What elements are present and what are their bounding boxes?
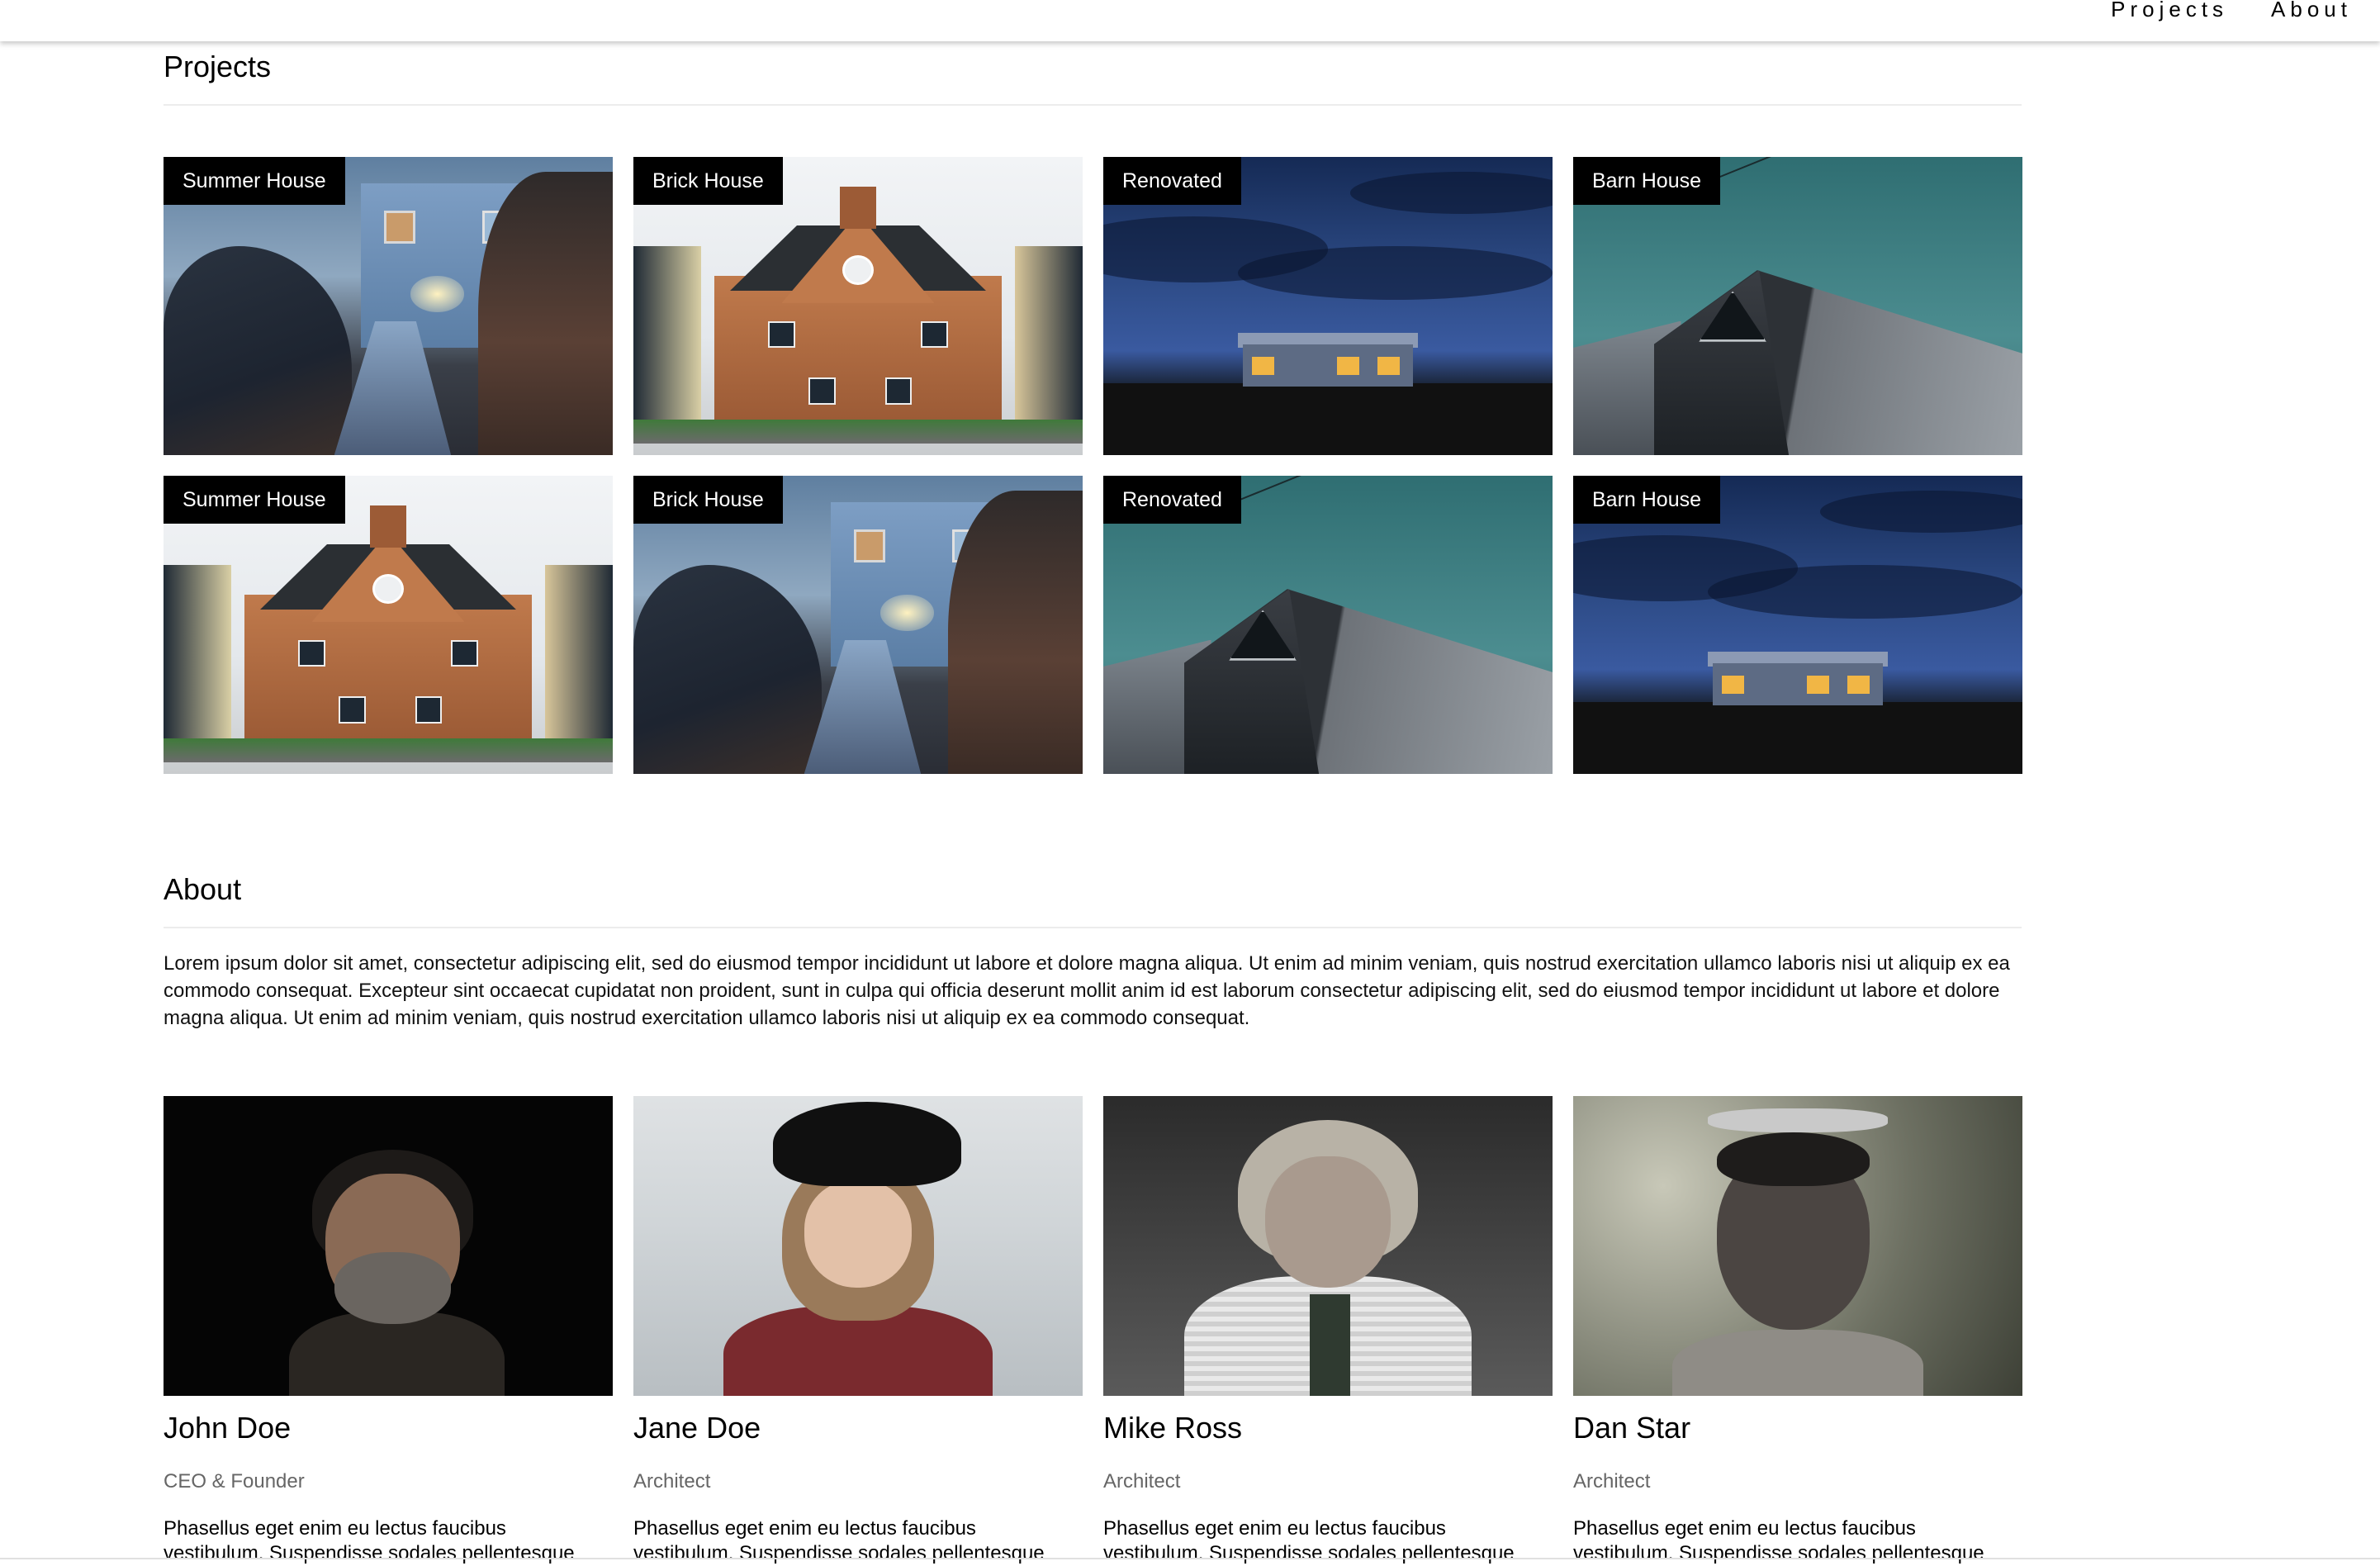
member-name: Jane Doe bbox=[633, 1411, 761, 1445]
member-name: John Doe bbox=[164, 1411, 292, 1445]
member-role: Architect bbox=[1103, 1470, 1181, 1492]
nav-link-projects[interactable]: Projects bbox=[2111, 0, 2228, 22]
project-card[interactable]: Brick House bbox=[633, 157, 1083, 455]
page-bottom-edge bbox=[0, 1558, 2380, 1559]
projects-section: Projects Summer House Brick House Renovate… bbox=[164, 50, 2022, 774]
team-member-card: John Doe CEO & Founder Phasellus eget enim… bbox=[164, 1096, 613, 1566]
project-label: Brick House bbox=[633, 476, 783, 524]
portrait-photo bbox=[164, 1096, 613, 1396]
team-member-card: Jane Doe Architect Phasellus eget enim eu … bbox=[633, 1096, 1083, 1566]
member-role: CEO & Founder bbox=[164, 1470, 305, 1492]
project-grid: Summer House Brick House Renovated Barn Hou… bbox=[164, 157, 2022, 774]
portrait-photo bbox=[1573, 1096, 2022, 1396]
member-role: Architect bbox=[633, 1470, 711, 1492]
project-card[interactable]: Renovated bbox=[1103, 157, 1553, 455]
project-card[interactable]: Summer House bbox=[164, 476, 613, 774]
nav-links: Projects About bbox=[2111, 0, 2352, 22]
project-label: Summer House bbox=[164, 476, 345, 524]
project-card[interactable]: Barn House bbox=[1573, 476, 2022, 774]
member-name: Mike Ross bbox=[1103, 1411, 1243, 1445]
project-label: Renovated bbox=[1103, 476, 1241, 524]
projects-heading: Projects bbox=[164, 50, 272, 83]
about-heading: About bbox=[164, 872, 242, 906]
about-section: About Lorem ipsum dolor sit amet, consec… bbox=[164, 872, 2022, 1032]
portrait-photo bbox=[1103, 1096, 1553, 1396]
top-navbar: Projects About bbox=[0, 0, 2380, 41]
team-member-card: Mike Ross Architect Phasellus eget enim eu… bbox=[1103, 1096, 1553, 1566]
project-card[interactable]: Brick House bbox=[633, 476, 1083, 774]
member-name: Dan Star bbox=[1573, 1411, 1691, 1445]
about-text: Lorem ipsum dolor sit amet, consectetur … bbox=[164, 952, 2010, 1029]
project-label: Barn House bbox=[1573, 476, 1721, 524]
project-label: Renovated bbox=[1103, 157, 1241, 205]
team-member-card: Dan Star Architect Phasellus eget enim eu … bbox=[1573, 1096, 2022, 1566]
member-role: Architect bbox=[1573, 1470, 1651, 1492]
project-card[interactable]: Summer House bbox=[164, 157, 613, 455]
nav-link-about[interactable]: About bbox=[2271, 0, 2352, 22]
project-card[interactable]: Renovated bbox=[1103, 476, 1553, 774]
portrait-photo bbox=[633, 1096, 1083, 1396]
projects-divider bbox=[164, 104, 2022, 106]
project-label: Barn House bbox=[1573, 157, 1721, 205]
about-divider bbox=[164, 927, 2022, 928]
project-label: Brick House bbox=[633, 157, 783, 205]
project-label: Summer House bbox=[164, 157, 345, 205]
project-card[interactable]: Barn House bbox=[1573, 157, 2022, 455]
team-grid: John Doe CEO & Founder Phasellus eget enim… bbox=[164, 1096, 2022, 1566]
